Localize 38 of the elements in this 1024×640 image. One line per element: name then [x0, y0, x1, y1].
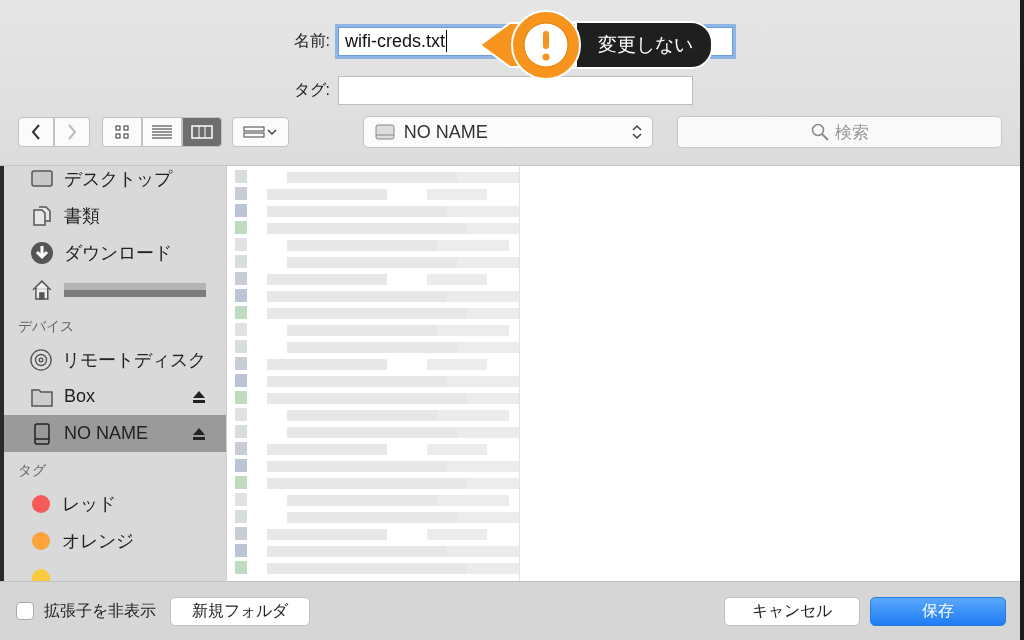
tags-field[interactable]	[338, 75, 693, 105]
eject-icon[interactable]	[192, 389, 206, 404]
cancel-button[interactable]: キャンセル	[724, 596, 860, 626]
search-icon	[810, 123, 829, 141]
new-folder-button[interactable]: 新規フォルダ	[170, 596, 310, 626]
name-label: 名前:	[292, 30, 330, 51]
columns-icon	[191, 125, 213, 139]
eject-icon[interactable]	[192, 426, 206, 441]
sidebar-item[interactable]: オレンジ	[4, 522, 226, 559]
sidebar-section-title: デバイス	[17, 317, 75, 336]
home-icon	[30, 277, 54, 302]
arrange-icon	[243, 125, 278, 139]
view-mode-button[interactable]	[142, 117, 182, 147]
hide-extension-checkbox[interactable]	[16, 602, 34, 620]
sidebar-item[interactable]: リモートディスク	[4, 341, 226, 378]
view-mode-button[interactable]	[102, 117, 142, 147]
sidebar-item[interactable]: デスクトップ	[4, 166, 226, 197]
sidebar-item[interactable]: Box	[4, 378, 226, 415]
chevron-right-icon	[67, 124, 77, 140]
arrange-button[interactable]	[232, 117, 289, 147]
chevron-left-icon	[31, 124, 41, 140]
sidebar-item[interactable]: レッド	[4, 485, 226, 522]
documents-icon	[30, 203, 54, 228]
disc-icon	[30, 347, 52, 372]
sidebar-section-title: タグ	[17, 461, 47, 480]
drive-icon	[373, 122, 396, 142]
download-icon	[30, 240, 54, 265]
back-button[interactable]	[18, 117, 54, 147]
hide-extension-label: 拡張子を非表示	[44, 600, 156, 621]
grid-icon	[115, 125, 129, 139]
list-icon	[152, 125, 172, 139]
up-down-chevron-icon	[632, 123, 642, 141]
location-popup[interactable]: NO NAME	[362, 116, 653, 148]
tags-label: タグ:	[292, 79, 330, 100]
sidebar-item[interactable]: NO NAME	[4, 415, 226, 452]
view-mode-button[interactable]	[182, 117, 222, 147]
sidebar-item[interactable]: ダウンロード	[4, 234, 226, 271]
sidebar-item[interactable]: 書類	[4, 197, 226, 234]
